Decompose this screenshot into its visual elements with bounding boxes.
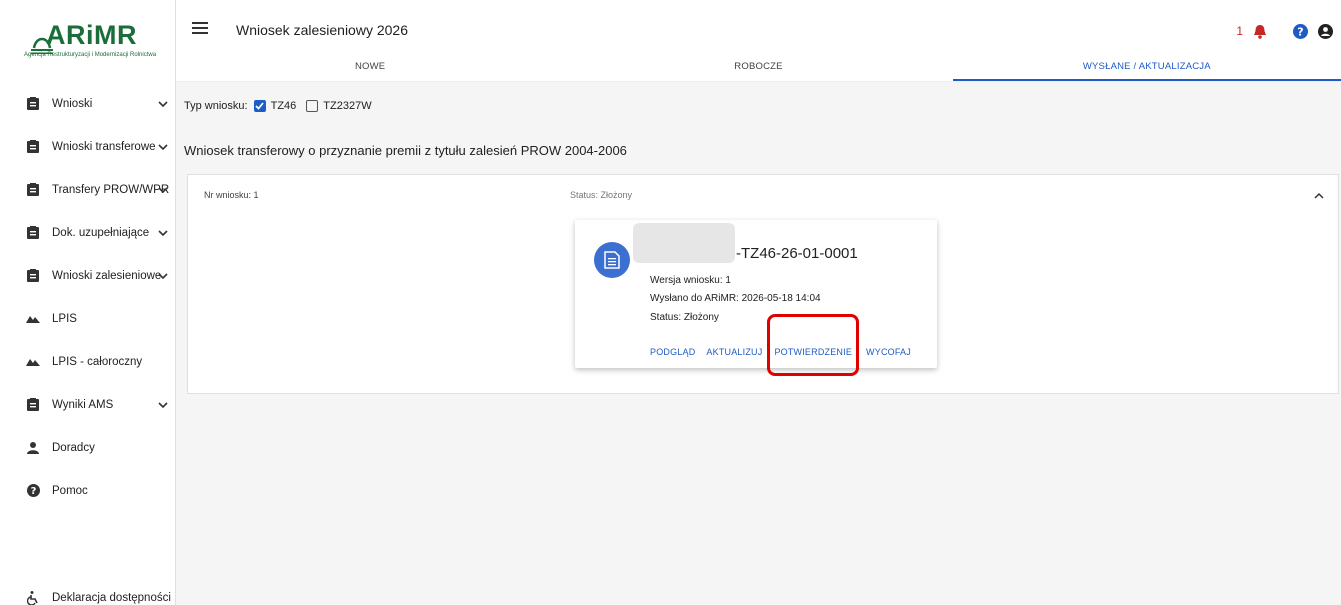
sidebar-item-label: Wnioski zalesieniowe (52, 269, 162, 282)
podglad-button[interactable]: PODGLĄD (650, 347, 695, 357)
sidebar: ARiMR Agencja Restrukturyzacji i Moderni… (0, 0, 176, 605)
wycofaj-button[interactable]: WYCOFAJ (866, 347, 911, 357)
arimr-logo[interactable]: ARiMR Agencja Restrukturyzacji i Moderni… (24, 18, 162, 64)
panel-status: Status: Złożony (570, 190, 633, 200)
sent-date: Wysłano do ARiMR: 2026-05-18 14:04 (650, 293, 821, 304)
chevron-down-icon (158, 273, 168, 280)
sidebar-item-wnioski-zalesieniowe[interactable]: Wnioski zalesieniowe (0, 254, 176, 297)
panel-header[interactable]: Nr wniosku: 1 Status: Złożony (188, 175, 1338, 207)
clipboard-icon (26, 140, 40, 154)
sidebar-item-label: Pomoc (52, 484, 88, 497)
person-icon (26, 441, 40, 455)
application-id: -TZ46-26-01-0001 (736, 245, 858, 262)
landscape-icon (26, 312, 40, 326)
sidebar-item-label: Dok. uzupełniające (52, 226, 150, 239)
sidebar-item-label: Transfery PROW/WPR (52, 183, 170, 196)
sidebar-item-wyniki-ams[interactable]: Wyniki AMS (0, 383, 176, 426)
notification-count: 1 (1236, 24, 1243, 38)
chevron-down-icon (158, 230, 168, 237)
top-bar: Wniosek zalesieniowy 2026 1 ? NOWE ROBOC… (176, 0, 1341, 82)
main-content: Typ wniosku: TZ46 TZ2327W Wniosek transf… (176, 82, 1341, 605)
card-status: Status: Złożony (650, 312, 719, 323)
top-icons: 1 ? (1236, 20, 1333, 42)
aktualizuj-button[interactable]: AKTUALIZUJ (706, 347, 762, 357)
chevron-down-icon (158, 101, 168, 108)
declaration-label: Deklaracja dostępności (52, 592, 171, 604)
chevron-down-icon (158, 144, 168, 151)
tz2327w-label: TZ2327W (323, 100, 372, 112)
sidebar-item-dok-uzupelniajace[interactable]: Dok. uzupełniające (0, 211, 176, 254)
accessibility-icon (26, 591, 40, 605)
sidebar-item-transfery[interactable]: Transfery PROW/WPR (0, 168, 176, 211)
sidebar-item-label: Wnioski transferowe (52, 140, 156, 153)
chevron-down-icon (158, 402, 168, 409)
tab-bar: NOWE ROBOCZE WYSŁANE / AKTUALIZACJA (176, 52, 1341, 82)
clipboard-icon (26, 183, 40, 197)
application-type-filter: Typ wniosku: TZ46 TZ2327W (184, 100, 372, 112)
clipboard-icon (26, 269, 40, 283)
menu-icon[interactable] (192, 22, 208, 36)
sidebar-item-doradcy[interactable]: Doradcy (0, 426, 176, 469)
application-panel: Nr wniosku: 1 Status: Złożony -TZ46-26-0… (187, 174, 1339, 394)
clipboard-icon (26, 226, 40, 240)
application-card: -TZ46-26-01-0001 Wersja wniosku: 1 Wysła… (575, 220, 937, 368)
sidebar-item-lpis[interactable]: LPIS (0, 297, 176, 340)
chevron-down-icon (158, 187, 168, 194)
landscape-icon (26, 355, 40, 369)
clipboard-icon (26, 398, 40, 412)
application-version: Wersja wniosku: 1 (650, 275, 731, 286)
account-icon[interactable] (1318, 23, 1333, 39)
tab-nowe[interactable]: NOWE (176, 52, 564, 81)
sidebar-nav: Wnioski Wnioski transferowe Transfery PR… (0, 82, 176, 512)
help-icon[interactable]: ? (1293, 23, 1308, 39)
tz46-label: TZ46 (270, 100, 297, 112)
tz2327w-checkbox[interactable] (306, 100, 319, 112)
sidebar-item-pomoc[interactable]: ? Pomoc (0, 469, 176, 512)
redacted-area (633, 223, 735, 263)
sidebar-item-wnioski-transferowe[interactable]: Wnioski transferowe (0, 125, 176, 168)
svg-text:?: ? (1297, 25, 1303, 38)
sidebar-item-label: Doradcy (52, 441, 95, 454)
svg-text:?: ? (30, 486, 36, 497)
sidebar-item-wnioski[interactable]: Wnioski (0, 82, 176, 125)
sidebar-item-label: Wnioski (52, 97, 93, 110)
accessibility-declaration-link[interactable]: Deklaracja dostępności (0, 588, 176, 605)
tab-robocze[interactable]: ROBOCZE (564, 52, 952, 81)
clipboard-icon (26, 97, 40, 111)
page-title: Wniosek zalesieniowy 2026 (236, 22, 408, 38)
section-title: Wniosek transferowy o przyznanie premii … (184, 143, 627, 158)
help-icon: ? (26, 484, 40, 498)
chevron-up-icon[interactable] (1314, 191, 1324, 201)
sidebar-item-label: LPIS - całoroczny (52, 355, 143, 368)
bell-icon[interactable] (1253, 24, 1267, 39)
logo-subtitle: Agencja Restrukturyzacji i Modernizacji … (24, 52, 157, 58)
highlight-frame (767, 314, 859, 376)
application-number: Nr wniosku: 1 (204, 190, 259, 200)
sidebar-item-label: Wyniki AMS (52, 398, 114, 411)
tab-wyslane-aktualizacja[interactable]: WYSŁANE / AKTUALIZACJA (952, 52, 1341, 81)
tz46-checkbox[interactable] (253, 100, 266, 112)
logo-name: ARiMR (46, 20, 137, 50)
filter-label: Typ wniosku: (184, 100, 248, 112)
sidebar-item-lpis-caloroczny[interactable]: LPIS - całoroczny (0, 340, 176, 383)
document-icon (594, 242, 630, 278)
sidebar-item-label: LPIS (52, 312, 77, 325)
